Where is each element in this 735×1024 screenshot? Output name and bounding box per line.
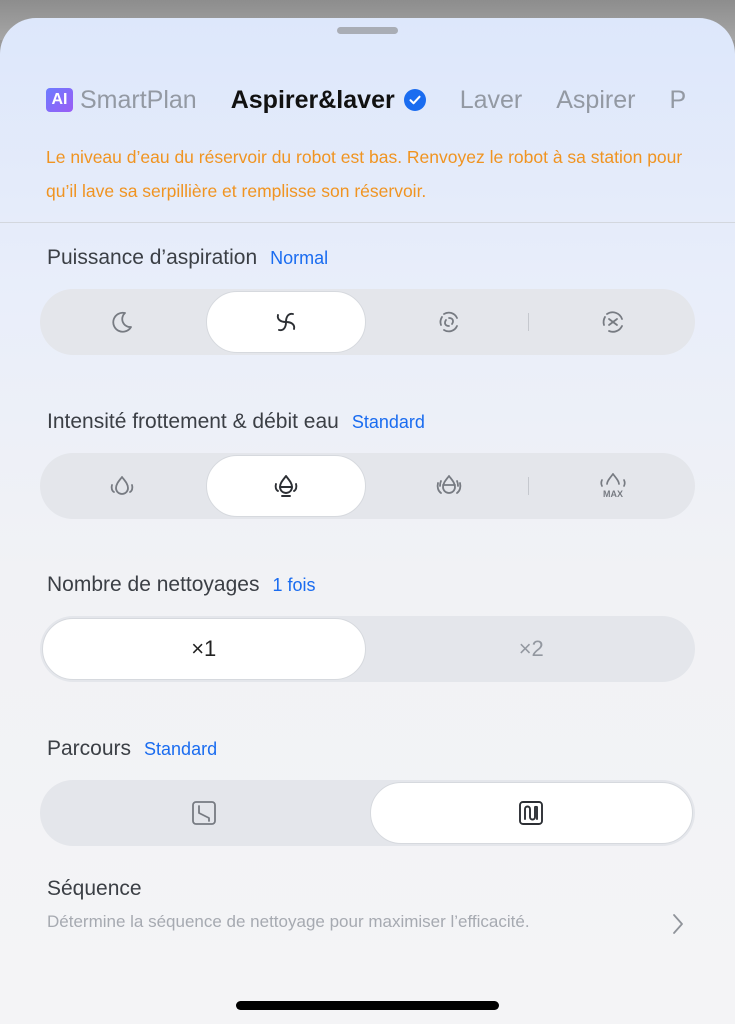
tab-label: SmartPlan	[80, 85, 197, 114]
passes-label: Nombre de nettoyages 1 fois	[47, 573, 316, 597]
mop-selector: MAX	[40, 453, 695, 519]
tab-label: Aspirer	[556, 85, 636, 114]
tab-label: Aspirer&laver	[230, 85, 395, 114]
tab-truncated[interactable]: P	[669, 86, 686, 115]
divider	[0, 222, 735, 223]
tab-aspirer-laver[interactable]: Aspirer&laver	[231, 86, 426, 115]
water-high-icon	[437, 475, 462, 494]
water-low-icon	[110, 476, 134, 495]
home-indicator	[236, 1001, 499, 1010]
sequence-title[interactable]: Séquence	[47, 877, 142, 901]
passes-value: 1 fois	[272, 575, 316, 595]
passes-label-text: Nombre de nettoyages	[47, 573, 260, 596]
tab-aspirer[interactable]: Aspirer	[556, 86, 635, 115]
bottom-sheet: AI SmartPlan Aspirer&laver Laver Aspirer…	[0, 18, 735, 1024]
suction-selector	[40, 289, 695, 355]
route-label-text: Parcours	[47, 737, 132, 760]
suction-label-text: Puissance d’aspiration	[47, 246, 258, 269]
sheet-grabber[interactable]	[337, 27, 398, 34]
tab-laver[interactable]: Laver	[460, 86, 523, 115]
tab-smartplan[interactable]: AI SmartPlan	[46, 86, 197, 115]
route-selector	[40, 780, 695, 846]
chevron-right-icon[interactable]	[670, 912, 686, 941]
suction-strong-icon	[440, 311, 459, 333]
passes-option-1[interactable]: ×1	[40, 616, 368, 682]
tab-label: P	[669, 85, 687, 114]
water-max-icon: MAX	[600, 473, 626, 499]
suction-option-strong[interactable]	[368, 289, 532, 355]
suction-option-normal[interactable]	[204, 289, 368, 355]
passes-option-label: ×1	[191, 636, 217, 661]
mop-option-max[interactable]: MAX	[531, 453, 695, 519]
mop-value: Standard	[351, 412, 425, 432]
sequence-description: Détermine la séquence de nettoyage pour …	[47, 912, 530, 931]
route-option-quick[interactable]	[40, 780, 368, 846]
route-value: Standard	[144, 739, 218, 759]
mop-option-low[interactable]	[40, 453, 204, 519]
mop-label: Intensité frottement & débit eau Standar…	[47, 410, 425, 434]
route-standard-icon	[519, 801, 544, 825]
mop-option-standard[interactable]	[204, 453, 368, 519]
mop-option-high[interactable]	[368, 453, 532, 519]
max-label: MAX	[603, 489, 623, 499]
suction-label: Puissance d’aspiration Normal	[47, 246, 328, 270]
segment-separator	[528, 477, 529, 495]
route-quick-icon	[191, 801, 216, 825]
mop-label-text: Intensité frottement & débit eau	[47, 410, 339, 433]
passes-selector: ×1 ×2	[40, 616, 695, 682]
suction-option-quiet[interactable]	[40, 289, 204, 355]
route-option-standard[interactable]	[368, 780, 696, 846]
low-water-warning: Le niveau d’eau du réservoir du robot es…	[46, 147, 683, 201]
mode-tabs: AI SmartPlan Aspirer&laver Laver Aspirer…	[46, 80, 696, 120]
ai-badge-icon: AI	[46, 88, 73, 112]
suction-max-icon	[602, 311, 624, 333]
segment-separator	[528, 313, 529, 331]
checkmark-icon	[403, 89, 426, 111]
suction-normal-icon	[276, 312, 295, 332]
water-standard-icon	[274, 475, 297, 497]
tab-label: Laver	[459, 85, 523, 114]
suction-value: Normal	[270, 248, 329, 268]
passes-option-label: ×2	[518, 636, 544, 661]
route-label: Parcours Standard	[47, 737, 217, 761]
passes-option-2[interactable]: ×2	[368, 616, 696, 682]
quiet-icon	[112, 311, 132, 333]
suction-option-max[interactable]	[531, 289, 695, 355]
